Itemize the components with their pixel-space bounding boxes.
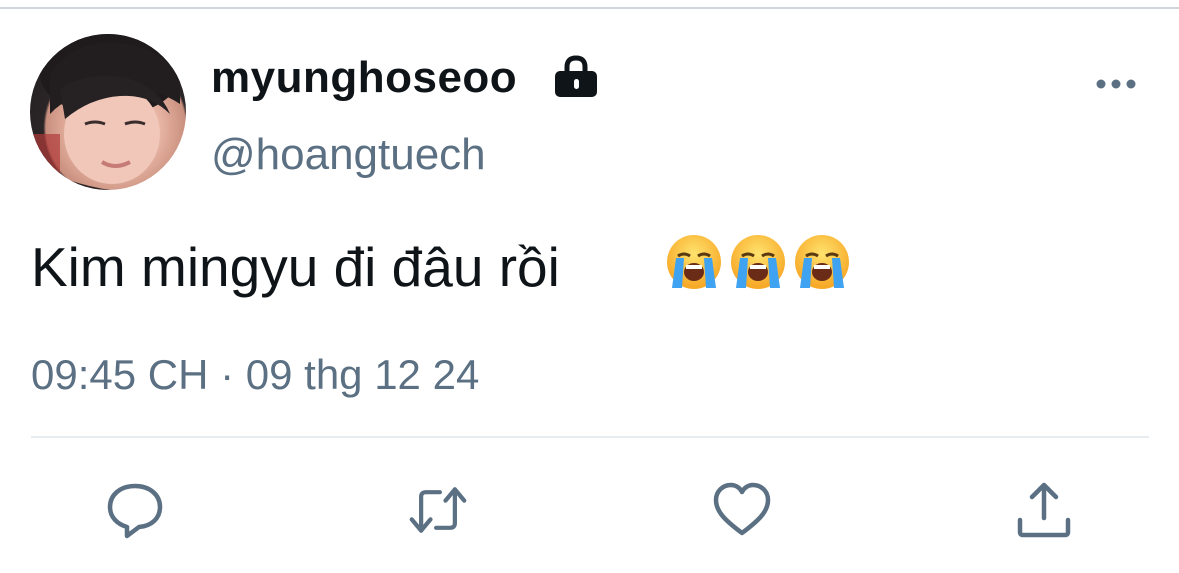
user-handle[interactable]: @hoangtuech: [211, 129, 486, 181]
more-icon[interactable]: [1096, 76, 1136, 92]
avatar[interactable]: [30, 34, 186, 190]
retweet-icon: [409, 487, 467, 533]
lock-icon: [555, 55, 597, 97]
like-button[interactable]: [712, 480, 772, 540]
reply-button[interactable]: [105, 480, 165, 540]
loudly-crying-face-icon: [667, 235, 721, 289]
loudly-crying-face-icon: [731, 235, 785, 289]
loudly-crying-face-icon: [795, 235, 849, 289]
top-border: [0, 0, 1179, 9]
emoji-row: [666, 234, 850, 292]
reply-icon: [107, 483, 163, 539]
heart-icon: [713, 482, 771, 536]
divider: [31, 436, 1149, 438]
share-button[interactable]: [1014, 480, 1074, 540]
avatar-photo: [30, 34, 180, 190]
retweet-button[interactable]: [408, 480, 468, 540]
display-name[interactable]: myunghoseoo: [211, 52, 517, 104]
share-icon: [1017, 482, 1071, 538]
tweet-text: Kim mingyu đi đâu rồi: [31, 236, 560, 298]
tweet-timestamp[interactable]: 09:45 CH · 09 thg 12 24: [31, 350, 479, 400]
